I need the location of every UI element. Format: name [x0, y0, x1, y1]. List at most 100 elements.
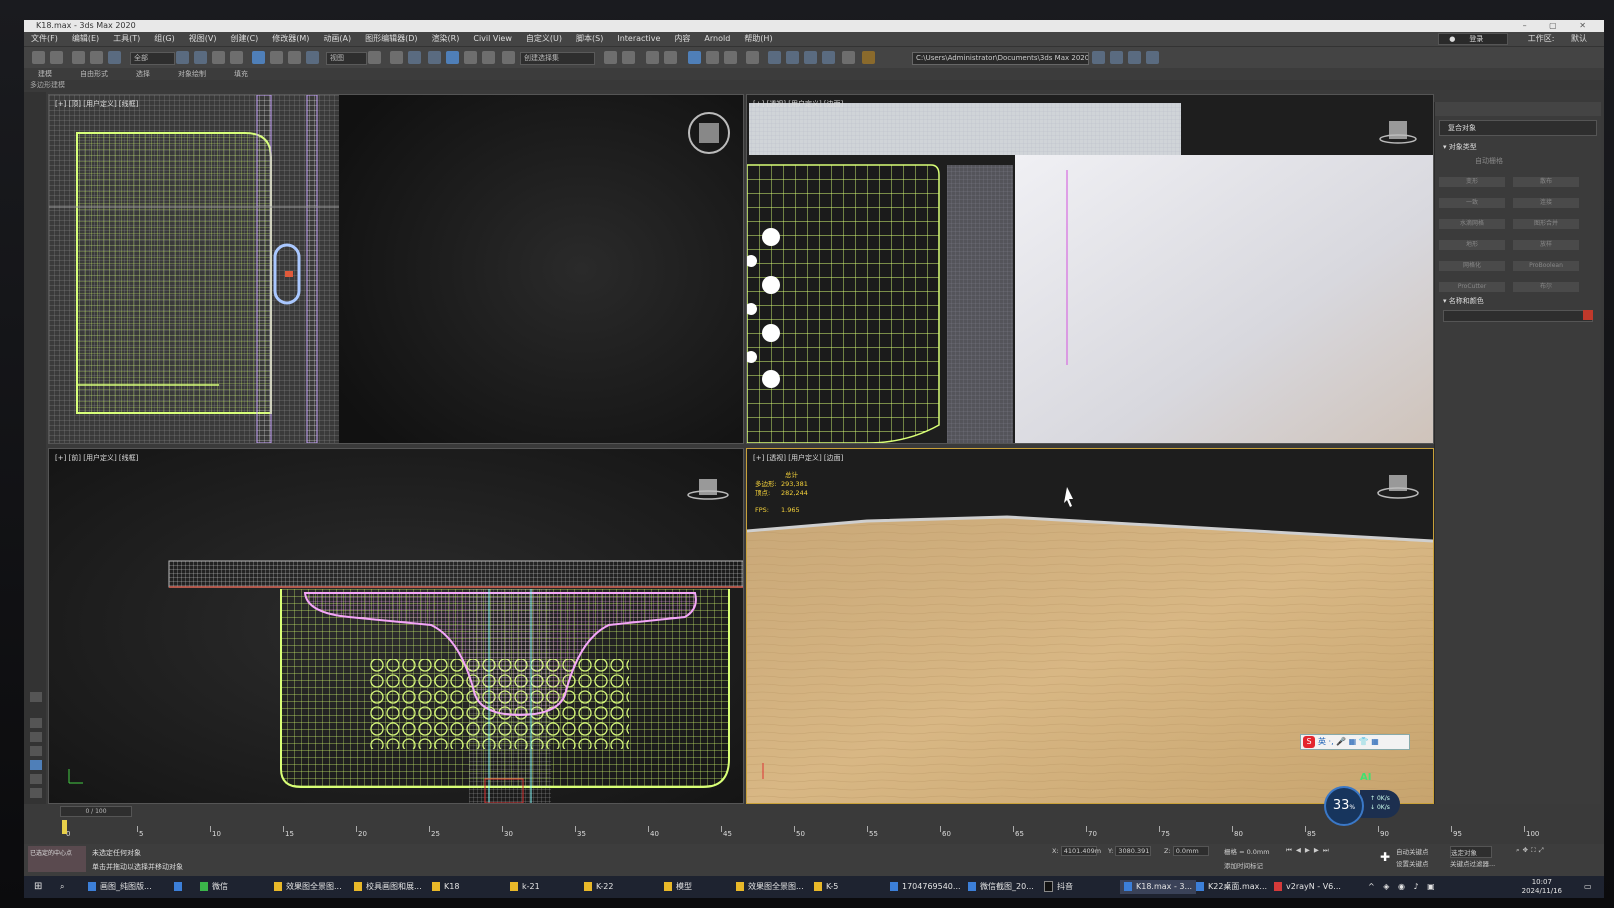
menu-content[interactable]: 内容 [667, 32, 697, 46]
layer-explorer-icon[interactable] [664, 51, 677, 64]
menu-graph-editors[interactable]: 图形编辑器(D) [358, 32, 424, 46]
signin-field[interactable]: ● 登录 [1438, 32, 1509, 45]
taskbar-item[interactable]: K18 [432, 880, 459, 894]
taskbar-item[interactable]: K-22 [584, 880, 613, 894]
menu-create[interactable]: 创建(C) [223, 32, 265, 46]
align-icon[interactable] [622, 51, 635, 64]
select-object-icon[interactable] [176, 51, 189, 64]
category-dropdown[interactable]: 复合对象 [1439, 120, 1597, 136]
taskbar-item[interactable]: K22桌面.max... [1196, 880, 1267, 894]
menu-arnold[interactable]: Arnold [697, 32, 737, 46]
ime-toolbar[interactable]: S英 ·, 🎤 ▦ 👕 ▦ [1300, 734, 1410, 750]
open-explorer-icon[interactable] [862, 51, 875, 64]
boolean-button[interactable]: 布尔 [1513, 282, 1579, 292]
layout-play-icon[interactable] [30, 692, 42, 702]
taskbar-item[interactable]: v2rayN - V6... [1274, 880, 1341, 894]
loft-button[interactable]: 放样 [1513, 240, 1579, 250]
taskbar-clock[interactable]: 10:07 2024/11/16 [1522, 878, 1562, 896]
layout-tab-1[interactable] [30, 718, 42, 728]
ribbon-tab-populate[interactable]: 填充 [220, 68, 262, 80]
current-frame-marker[interactable] [62, 820, 67, 834]
ime-language[interactable]: 英 [1318, 737, 1326, 746]
viewport-label[interactable]: [+] [顶] [用户定义] [线框] [55, 99, 138, 109]
manipulate-icon[interactable] [390, 51, 403, 64]
object-color-swatch[interactable] [1583, 310, 1593, 320]
key-filters-button[interactable]: 关键点过滤器... [1450, 858, 1495, 868]
terrain-button[interactable]: 地形 [1439, 240, 1505, 250]
x-field[interactable]: 4101.409m [1060, 846, 1101, 856]
layout-tab-3[interactable] [30, 746, 42, 756]
place-icon[interactable] [306, 51, 319, 64]
y-field[interactable]: 3080.391 [1115, 846, 1152, 856]
selection-filter-dropdown[interactable]: 全部 [130, 52, 175, 65]
reference-coord-dropdown[interactable]: 视图 [326, 52, 367, 65]
material-editor-icon[interactable] [746, 51, 759, 64]
menu-tools[interactable]: 工具(T) [106, 32, 147, 46]
ribbon-tab-object-paint[interactable]: 对象绘制 [164, 68, 220, 80]
menu-help[interactable]: 帮助(H) [737, 32, 779, 46]
ribbon-tab-modeling[interactable]: 建模 [24, 68, 66, 80]
autogrid-checkbox[interactable]: 自动栅格 [1435, 154, 1601, 168]
cpu-usage-ring[interactable]: 33% [1324, 786, 1364, 826]
redo-icon[interactable] [50, 51, 63, 64]
menu-animation[interactable]: 动画(A) [316, 32, 358, 46]
notification-icon[interactable]: ▭ [1584, 880, 1592, 894]
z-field[interactable]: 0.0mm [1172, 846, 1209, 856]
system-tray-icons[interactable]: ^ ◈ ◉ ♪ ▣ [1368, 880, 1438, 894]
menu-edit[interactable]: 编辑(E) [65, 32, 106, 46]
menu-group[interactable]: 组(G) [147, 32, 181, 46]
viewport-nav-icons[interactable]: ⌕✥⛶⤢ [1516, 846, 1547, 855]
workspace-dropdown[interactable]: 默认 [1564, 32, 1594, 46]
taskbar-item[interactable]: K18.max - 3... [1120, 880, 1197, 894]
selected-object-dropdown[interactable]: 选定对象 [1450, 846, 1492, 858]
menu-rendering[interactable]: 渲染(R) [425, 32, 467, 46]
scatter-button[interactable]: 散布 [1513, 177, 1579, 187]
ribbon-tab-selection[interactable]: 选择 [122, 68, 164, 80]
viewport-bottom-right[interactable]: [+] [透视] [用户定义] [边面] 总计 多边形: 293,381 顶点: 2… [746, 448, 1434, 804]
playback-controls[interactable]: ⏮◀▶▶⏭ [1286, 846, 1333, 855]
menu-civil-view[interactable]: Civil View [466, 32, 519, 46]
name-color-header[interactable]: ▾ 名称和颜色 [1435, 294, 1601, 308]
taskbar-item[interactable]: 抖音 [1044, 880, 1073, 894]
schematic-view-icon[interactable] [724, 51, 737, 64]
pivot-center-icon[interactable] [368, 51, 381, 64]
taskbar-item[interactable] [174, 880, 186, 894]
viewport-top-left[interactable]: [+] [顶] [用户定义] [线框] [48, 94, 744, 444]
project-path-field[interactable]: C:\Users\Administrator\Documents\3ds Max… [912, 52, 1089, 65]
mesher-button[interactable]: 网格化 [1439, 261, 1505, 271]
viewport-label[interactable]: [+] [透视] [用户定义] [边面] [753, 453, 843, 463]
link-icon[interactable] [72, 51, 85, 64]
autokey-button[interactable]: 自动关键点 [1396, 846, 1429, 856]
time-slider[interactable]: 0 / 100 [60, 806, 132, 817]
project-folder-icon[interactable] [1110, 51, 1123, 64]
layout-tab-4[interactable] [30, 760, 42, 770]
render-iterative-icon[interactable] [822, 51, 835, 64]
menu-customize[interactable]: 自定义(U) [519, 32, 569, 46]
render-setup-icon[interactable] [768, 51, 781, 64]
scene-explorer-icon[interactable] [646, 51, 659, 64]
add-key-icon[interactable]: ✚ [1380, 850, 1390, 864]
search-icon[interactable]: ⌕ [60, 880, 64, 894]
taskbar-item[interactable]: 模型 [664, 880, 692, 894]
set-project-icon[interactable] [1092, 51, 1105, 64]
conform-button[interactable]: 一致 [1439, 198, 1505, 208]
layout-tab-5[interactable] [30, 774, 42, 784]
add-time-tag[interactable]: 添加时间标记 [1224, 860, 1263, 870]
procutter-button[interactable]: ProCutter [1439, 282, 1505, 292]
angle-snap-icon[interactable] [446, 51, 459, 64]
rendered-frame-icon[interactable] [786, 51, 799, 64]
setkey-button[interactable]: 设置关键点 [1396, 858, 1429, 868]
taskbar-item[interactable]: K-5 [814, 880, 838, 894]
keyboard-shortcut-icon[interactable] [408, 51, 421, 64]
snap-toggle-icon[interactable] [428, 51, 441, 64]
maxscript-listener[interactable]: 已选定的中心点 [28, 846, 86, 872]
shapemerge-button[interactable]: 图形合并 [1513, 219, 1579, 229]
mirror-icon[interactable] [604, 51, 617, 64]
taskbar-item[interactable]: 校具画图和展... [354, 880, 422, 894]
taskbar-item[interactable]: 1704769540... [890, 880, 961, 894]
curve-editor-icon[interactable] [706, 51, 719, 64]
edit-named-selection-icon[interactable] [502, 51, 515, 64]
taskbar-item[interactable]: 效果图全景图... [736, 880, 804, 894]
project-settings-icon[interactable] [1146, 51, 1159, 64]
named-selection-dropdown[interactable]: 创建选择集 [520, 52, 595, 65]
